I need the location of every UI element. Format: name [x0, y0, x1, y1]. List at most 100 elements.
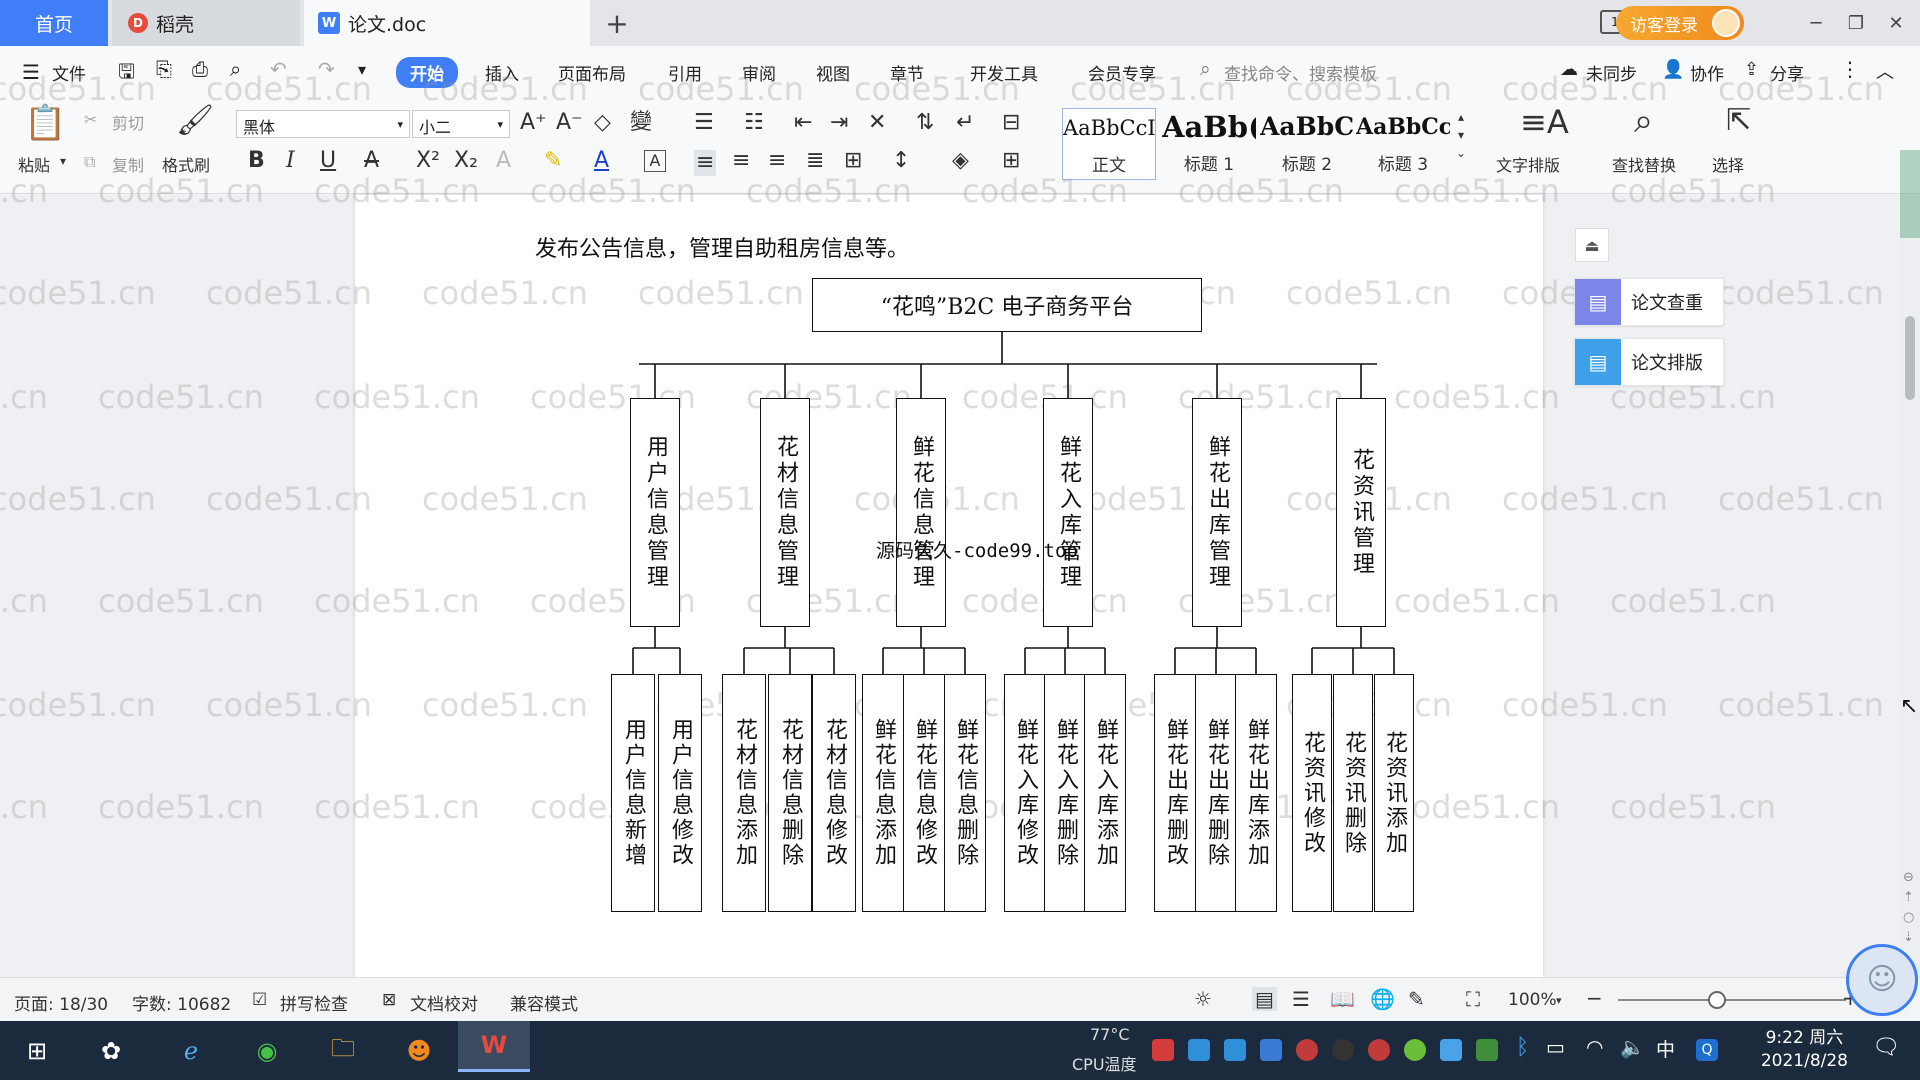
bullet-list-icon[interactable]: ☰ [694, 112, 714, 134]
grow-font-icon[interactable]: A⁺ [520, 112, 547, 134]
thesis-check-button[interactable]: ▤ 论文查重 [1574, 278, 1724, 326]
increase-indent-icon[interactable]: ⇥ [830, 112, 848, 134]
close-icon[interactable]: ✕ [1876, 0, 1916, 46]
volume-icon[interactable]: 🔈 [1620, 1035, 1645, 1059]
paste-chevron-icon[interactable]: ▾ [60, 154, 66, 168]
bluetooth-icon[interactable]: ᛒ [1516, 1035, 1529, 1060]
tray-app-icon[interactable] [1296, 1039, 1318, 1061]
web-view-icon[interactable]: 🌐 [1370, 987, 1395, 1011]
borders-icon[interactable]: ⊞ [1002, 150, 1020, 172]
sync-status-button[interactable]: 未同步 [1586, 60, 1637, 85]
collab-button[interactable]: 协作 [1690, 60, 1724, 85]
print-preview-icon[interactable]: ⌕ [230, 57, 241, 81]
strikethrough-icon[interactable]: A [364, 150, 379, 172]
tray-app-icon[interactable] [1332, 1039, 1354, 1061]
font-name-select[interactable]: 黑体 ▾ [236, 110, 410, 138]
quick-access-chevron-icon[interactable]: ▾ [358, 60, 366, 79]
align-right-icon[interactable]: ≡ [768, 150, 786, 172]
chinese-layout-icon[interactable]: ✕ [868, 112, 886, 134]
font-size-select[interactable]: 小二 ▾ [412, 110, 510, 138]
menu-insert[interactable]: 插入 [485, 60, 519, 85]
style-heading-1[interactable]: AaBb( 标题 1 [1162, 108, 1256, 180]
pinwheel-app-icon[interactable]: ✿ [88, 1029, 134, 1073]
numbered-list-icon[interactable]: ☷ [744, 112, 764, 134]
more-icon[interactable]: ⋮ [1840, 57, 1860, 81]
zoom-slider-thumb[interactable] [1708, 991, 1726, 1009]
font-color-icon[interactable]: A [594, 150, 609, 172]
tray-app-icon[interactable] [1440, 1039, 1462, 1061]
vertical-scrollbar[interactable] [1900, 195, 1920, 977]
menu-file[interactable]: 文件 [52, 60, 86, 85]
wifi-icon[interactable]: ◠ [1586, 1035, 1603, 1059]
file-explorer-icon[interactable]: 🗀 [320, 1029, 366, 1073]
proofread-button[interactable]: 文档校对 [410, 990, 478, 1015]
copy-icon[interactable]: ⧉ [84, 152, 95, 172]
copy-button[interactable]: 复制 [112, 152, 144, 176]
nvidia-icon[interactable] [1476, 1039, 1498, 1061]
collapse-ribbon-icon[interactable]: ︿ [1876, 58, 1894, 84]
zoom-level[interactable]: 100% [1508, 990, 1557, 1010]
zoom-slider-track[interactable] [1618, 999, 1846, 1001]
sort-icon[interactable]: ⇅ [916, 112, 934, 134]
style-normal[interactable]: AaBbCcI 正文 [1062, 108, 1156, 180]
paste-button[interactable]: 粘贴 [18, 152, 50, 176]
justify-icon[interactable]: ≣ [806, 150, 824, 172]
restore-icon[interactable]: ❐ [1836, 0, 1876, 46]
tab-document[interactable]: W 论文.doc [304, 0, 590, 46]
tab-stop-icon[interactable]: ⊟ [1002, 112, 1020, 134]
fit-window-icon[interactable]: ⛶ [1466, 987, 1480, 1011]
browser-360-icon[interactable]: ◉ [244, 1029, 290, 1073]
text-layout-button[interactable]: 文字排版 [1496, 152, 1560, 176]
bold-icon[interactable]: B [248, 150, 265, 172]
windows-start-icon[interactable]: ⊞ [14, 1029, 60, 1073]
underline-icon[interactable]: U [320, 150, 336, 172]
find-replace-button[interactable]: 查找替换 [1612, 152, 1676, 176]
format-painter-icon[interactable]: 🖌 [176, 106, 214, 136]
italic-icon[interactable]: I [286, 150, 295, 172]
wps-taskbar-icon[interactable]: W [458, 1021, 530, 1072]
thesis-layout-button[interactable]: ▤ 论文排版 [1574, 338, 1724, 386]
phonetic-icon[interactable]: 變 [630, 112, 652, 134]
tab-home[interactable]: 首页 [0, 0, 108, 46]
tray-app-icon[interactable] [1404, 1039, 1426, 1061]
ie-browser-icon[interactable]: ℯ [168, 1029, 214, 1073]
notification-icon[interactable]: 🗨 [1872, 1035, 1900, 1060]
tray-app-icon[interactable] [1224, 1039, 1246, 1061]
align-left-icon[interactable]: ≡ [694, 150, 717, 176]
spellcheck-button[interactable]: 拼写检查 [280, 990, 348, 1015]
tray-app-icon[interactable] [1152, 1039, 1174, 1061]
text-effect-icon[interactable]: A [496, 150, 511, 172]
save-icon[interactable]: 🖫 [118, 57, 135, 91]
page-indicator[interactable]: 页面: 18/30 [14, 990, 108, 1015]
select-button[interactable]: 选择 [1712, 152, 1744, 176]
tray-app-icon[interactable] [1188, 1039, 1210, 1061]
new-tab-button[interactable]: + [592, 0, 642, 46]
text-layout-icon[interactable]: ≡A [1520, 106, 1569, 138]
show-marks-icon[interactable]: ↵ [956, 112, 974, 134]
clear-format-icon[interactable]: ◇ [594, 112, 611, 134]
read-view-icon[interactable]: 📖 [1330, 987, 1355, 1011]
command-search-input[interactable]: 查找命令、搜索模板 [1224, 60, 1377, 85]
export-icon[interactable]: ⎘ [156, 57, 172, 81]
subscript-icon[interactable]: X₂ [454, 150, 478, 172]
style-heading-3[interactable]: AaBbCcl 标题 3 [1356, 108, 1450, 180]
hamburger-icon[interactable]: ☰ [22, 60, 40, 84]
tab-docer[interactable]: D 稻壳 [112, 0, 300, 46]
paste-icon[interactable]: 📋 [24, 106, 66, 140]
menu-page-layout[interactable]: 页面布局 [558, 60, 626, 85]
cut-button[interactable]: 剪切 [112, 110, 144, 134]
ime-indicator[interactable]: 中 [1656, 1035, 1675, 1062]
battery-icon[interactable]: ▭ [1546, 1035, 1565, 1059]
char-border-icon[interactable]: A [644, 150, 666, 172]
media-app-icon[interactable]: ☻ [396, 1029, 442, 1073]
decrease-indent-icon[interactable]: ⇤ [794, 112, 812, 134]
align-center-icon[interactable]: ≡ [732, 150, 750, 172]
taskbar-clock[interactable]: 9:22 周六 2021/8/28 [1761, 1027, 1848, 1073]
zoom-out-icon[interactable]: − [1586, 986, 1603, 1010]
word-count[interactable]: 字数: 10682 [132, 990, 231, 1015]
shield-icon[interactable] [1260, 1039, 1282, 1061]
document-paragraph[interactable]: 发布公告信息，管理自助租房信息等。 [535, 231, 909, 263]
redo-icon[interactable]: ↷ [318, 57, 335, 81]
highlight-icon[interactable]: ✎ [544, 150, 562, 172]
cut-icon[interactable]: ✂ [84, 110, 97, 129]
